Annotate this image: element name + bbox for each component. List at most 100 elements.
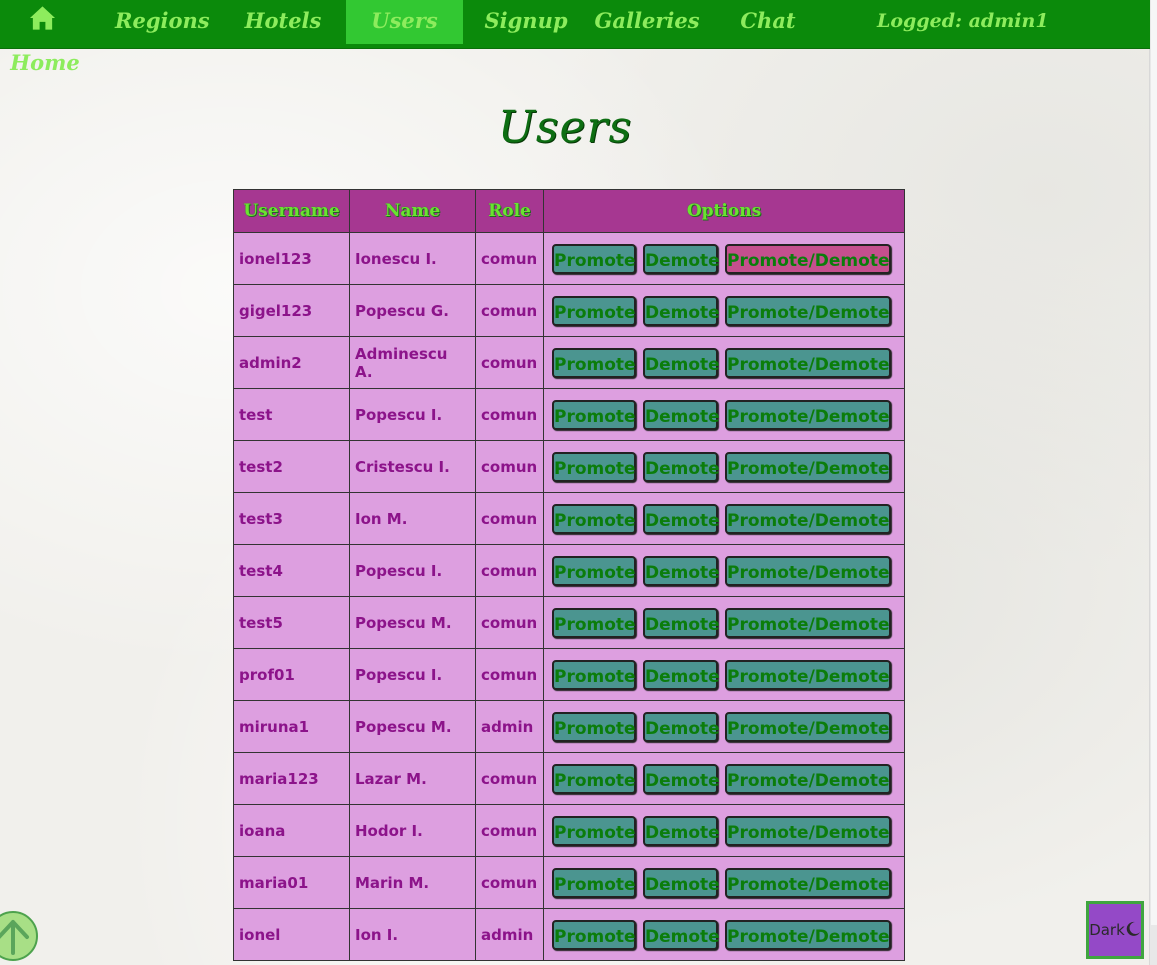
table-row: miruna1 Popescu M. admin Promote Demote Promo…	[233, 700, 905, 753]
arrow-up-icon	[0, 920, 29, 955]
cell-options: Promote Demote Promote/Demote	[543, 908, 905, 961]
promote-button[interactable]: Promote	[552, 503, 636, 534]
nav-item-galleries[interactable]: Galleries	[592, 0, 702, 44]
table-row: test4 Popescu I. comun Promote Demote Promote…	[233, 544, 905, 597]
promote-demote-button[interactable]: Promote/Demote	[725, 919, 891, 950]
promote-demote-button[interactable]: Promote/Demote	[725, 451, 891, 482]
promote-button[interactable]: Promote	[552, 399, 636, 430]
home-icon	[29, 6, 55, 30]
demote-button[interactable]: Demote	[643, 815, 720, 846]
demote-button[interactable]: Demote	[643, 243, 720, 274]
cell-name: Popescu M.	[349, 596, 476, 649]
cell-name: Popescu I.	[349, 388, 476, 441]
cell-name: Ion M.	[349, 492, 476, 545]
promote-demote-button[interactable]: Promote/Demote	[725, 399, 891, 430]
promote-button[interactable]: Promote	[552, 451, 636, 482]
cell-options: Promote Demote Promote/Demote	[543, 232, 905, 285]
demote-button[interactable]: Demote	[643, 919, 720, 950]
back-to-top-button[interactable]	[0, 911, 38, 961]
scrollbar-thumb[interactable]	[1151, 0, 1157, 925]
cell-username: gigel123	[233, 284, 350, 337]
cell-name: Hodor I.	[349, 804, 476, 857]
cell-options: Promote Demote Promote/Demote	[543, 596, 905, 649]
column-header-role: Role	[475, 189, 544, 233]
cell-username: miruna1	[233, 700, 350, 753]
cell-role: comun	[475, 596, 544, 649]
nav-item-hotels[interactable]: Hotels	[236, 0, 330, 44]
demote-button[interactable]: Demote	[643, 711, 720, 742]
promote-demote-button[interactable]: Promote/Demote	[725, 243, 891, 274]
nav-item-regions[interactable]: Regions	[115, 0, 210, 44]
column-header-name: Name	[349, 189, 476, 233]
promote-button[interactable]: Promote	[552, 659, 636, 690]
users-table: Username Name Role Options ionel123 Iones…	[233, 189, 905, 961]
cell-username: prof01	[233, 648, 350, 701]
cell-role: comun	[475, 492, 544, 545]
promote-demote-button[interactable]: Promote/Demote	[725, 659, 891, 690]
demote-button[interactable]: Demote	[643, 867, 720, 898]
scrollbar[interactable]	[1149, 0, 1157, 965]
demote-button[interactable]: Demote	[643, 763, 720, 794]
promote-demote-button[interactable]: Promote/Demote	[725, 607, 891, 638]
cell-username: maria01	[233, 856, 350, 909]
promote-button[interactable]: Promote	[552, 347, 636, 378]
cell-username: ionel123	[233, 232, 350, 285]
cell-role: comun	[475, 284, 544, 337]
cell-role: admin	[475, 700, 544, 753]
cell-options: Promote Demote Promote/Demote	[543, 492, 905, 545]
promote-demote-button[interactable]: Promote/Demote	[725, 503, 891, 534]
cell-role: comun	[475, 440, 544, 493]
nav-item-label: Home	[10, 50, 80, 75]
demote-button[interactable]: Demote	[643, 659, 720, 690]
table-row: maria123 Lazar M. comun Promote Demote Promot…	[233, 752, 905, 805]
cell-name: Popescu I.	[349, 648, 476, 701]
promote-button[interactable]: Promote	[552, 555, 636, 586]
promote-button[interactable]: Promote	[552, 711, 636, 742]
demote-button[interactable]: Demote	[643, 451, 720, 482]
cell-name: Adminescu A.	[349, 336, 476, 389]
cell-username: maria123	[233, 752, 350, 805]
demote-button[interactable]: Demote	[643, 347, 720, 378]
cell-name: Ionescu I.	[349, 232, 476, 285]
table-row: test5 Popescu M. comun Promote Demote Promote…	[233, 596, 905, 649]
promote-demote-button[interactable]: Promote/Demote	[725, 347, 891, 378]
cell-options: Promote Demote Promote/Demote	[543, 648, 905, 701]
demote-button[interactable]: Demote	[643, 607, 720, 638]
promote-demote-button[interactable]: Promote/Demote	[725, 815, 891, 846]
cell-options: Promote Demote Promote/Demote	[543, 284, 905, 337]
moon-icon	[1126, 921, 1140, 936]
promote-button[interactable]: Promote	[552, 763, 636, 794]
nav-item-chat[interactable]: Chat	[726, 0, 810, 44]
nav-item-users[interactable]: Users	[346, 0, 463, 44]
promote-demote-button[interactable]: Promote/Demote	[725, 555, 891, 586]
cell-name: Ion I.	[349, 908, 476, 961]
promote-button[interactable]: Promote	[552, 607, 636, 638]
nav-item-signup[interactable]: Signup	[480, 0, 572, 44]
promote-demote-button[interactable]: Promote/Demote	[725, 711, 891, 742]
column-header-username: Username	[233, 189, 350, 233]
promote-button[interactable]: Promote	[552, 867, 636, 898]
promote-button[interactable]: Promote	[552, 815, 636, 846]
page-title: Users	[497, 102, 633, 153]
demote-button[interactable]: Demote	[643, 399, 720, 430]
promote-demote-button[interactable]: Promote/Demote	[725, 763, 891, 794]
dark-mode-toggle[interactable]: Dark	[1086, 901, 1144, 959]
cell-role: comun	[475, 544, 544, 597]
cell-username: test4	[233, 544, 350, 597]
demote-button[interactable]: Demote	[643, 503, 720, 534]
nav-item-home[interactable]: Home	[0, 0, 90, 75]
demote-button[interactable]: Demote	[643, 295, 720, 326]
promote-demote-button[interactable]: Promote/Demote	[725, 295, 891, 326]
cell-name: Popescu I.	[349, 544, 476, 597]
promote-button[interactable]: Promote	[552, 295, 636, 326]
cell-role: comun	[475, 804, 544, 857]
cell-name: Popescu G.	[349, 284, 476, 337]
promote-demote-button[interactable]: Promote/Demote	[725, 867, 891, 898]
cell-role: comun	[475, 388, 544, 441]
cell-username: ioana	[233, 804, 350, 857]
cell-name: Lazar M.	[349, 752, 476, 805]
cell-username: test5	[233, 596, 350, 649]
promote-button[interactable]: Promote	[552, 919, 636, 950]
promote-button[interactable]: Promote	[552, 243, 636, 274]
demote-button[interactable]: Demote	[643, 555, 720, 586]
